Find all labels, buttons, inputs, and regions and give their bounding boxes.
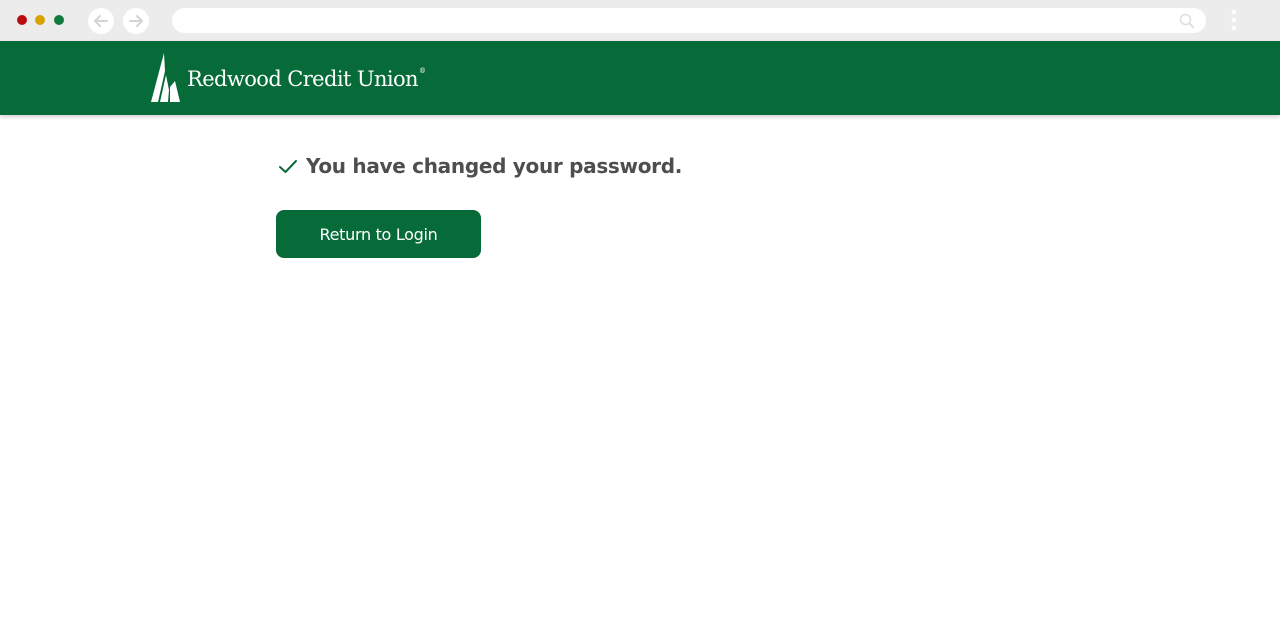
back-button[interactable] <box>88 8 114 34</box>
site-header: Redwood Credit Union® <box>0 41 1280 115</box>
window-maximize-button[interactable] <box>54 15 64 25</box>
password-changed-confirmation: You have changed your password. <box>278 152 682 180</box>
arrow-left-icon <box>94 15 108 27</box>
forward-button[interactable] <box>123 8 149 34</box>
confirmation-message: You have changed your password. <box>306 154 683 178</box>
checkmark-icon <box>279 160 297 173</box>
redwood-tree-logo-icon <box>151 53 180 102</box>
kebab-menu-icon[interactable] <box>1228 8 1240 34</box>
return-to-login-button[interactable]: Return to Login <box>276 210 481 258</box>
brand-logo[interactable]: Redwood Credit Union® <box>150 53 426 103</box>
arrow-right-icon <box>129 15 143 27</box>
registered-mark: ® <box>418 67 426 75</box>
brand-name: Redwood Credit Union® <box>187 67 426 91</box>
search-icon[interactable] <box>1178 12 1196 30</box>
browser-toolbar <box>0 0 1280 41</box>
window-close-button[interactable] <box>17 15 27 25</box>
window-minimize-button[interactable] <box>35 15 45 25</box>
address-bar[interactable] <box>172 8 1206 33</box>
